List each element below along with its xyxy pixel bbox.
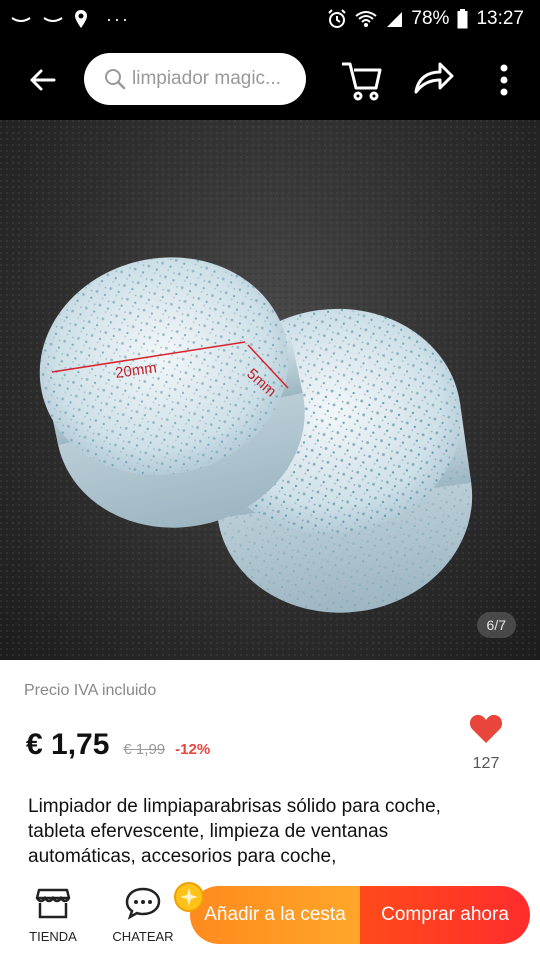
- original-price: € 1,99: [123, 741, 166, 758]
- coin-icon: [174, 882, 204, 912]
- search-icon: [105, 69, 126, 90]
- image-counter: 6/7: [476, 612, 516, 638]
- cart-button[interactable]: [338, 56, 384, 102]
- chat-label: CHATEAR: [112, 929, 174, 944]
- wifi-icon: [355, 10, 378, 28]
- chat-button[interactable]: CHATEAR: [108, 886, 178, 950]
- share-button[interactable]: [410, 56, 456, 102]
- amazon-icon: [10, 12, 32, 26]
- product-photo: 20mm 5mm: [0, 120, 540, 660]
- current-price: € 1,75: [26, 728, 110, 761]
- price-row: € 1,75 € 1,99 -12%: [26, 728, 210, 762]
- discount-badge: -12%: [175, 741, 211, 758]
- battery-percent: 78%: [411, 8, 450, 29]
- buy-now-button[interactable]: Comprar ahora: [360, 886, 530, 944]
- add-to-cart-button[interactable]: Añadir a la cesta: [190, 886, 360, 944]
- product-image-gallery[interactable]: 20mm 5mm 6/7: [0, 120, 540, 660]
- heart-icon: [469, 714, 503, 743]
- amazon-icon: [42, 12, 64, 26]
- signal-icon: [385, 10, 403, 28]
- tax-note: Precio IVA incluido: [24, 682, 157, 699]
- more-notifications-text: ···: [106, 8, 130, 29]
- product-title: Limpiador de limpiaparabrisas sólido par…: [28, 796, 441, 867]
- more-vertical-icon: [500, 64, 508, 96]
- product-info-panel: Precio IVA incluido € 1,75 € 1,99 -12% 1…: [0, 660, 540, 880]
- bottom-action-bar: TIENDA CHATEAR Añadir a la cesta Comprar…: [0, 880, 540, 960]
- store-button[interactable]: TIENDA: [18, 886, 88, 950]
- more-options-button[interactable]: [490, 60, 518, 100]
- alarm-icon: [327, 9, 347, 29]
- status-bar: ··· 78% 13:27: [0, 0, 540, 38]
- wishlist-button[interactable]: 127: [466, 714, 506, 778]
- clock: 13:27: [476, 8, 524, 29]
- store-label: TIENDA: [29, 929, 77, 944]
- cart-icon: [342, 62, 382, 101]
- chat-icon: [125, 887, 161, 920]
- back-arrow-icon: [30, 69, 56, 91]
- battery-icon: [457, 9, 468, 29]
- location-icon: [74, 9, 88, 29]
- back-button[interactable]: [22, 60, 62, 100]
- wishlist-count: 127: [472, 755, 500, 772]
- store-icon: [35, 888, 71, 919]
- share-icon: [414, 62, 454, 94]
- app-bar: limpiador magic...: [0, 38, 540, 120]
- search-bar[interactable]: limpiador magic...: [84, 53, 306, 105]
- search-query: limpiador magic...: [132, 68, 281, 89]
